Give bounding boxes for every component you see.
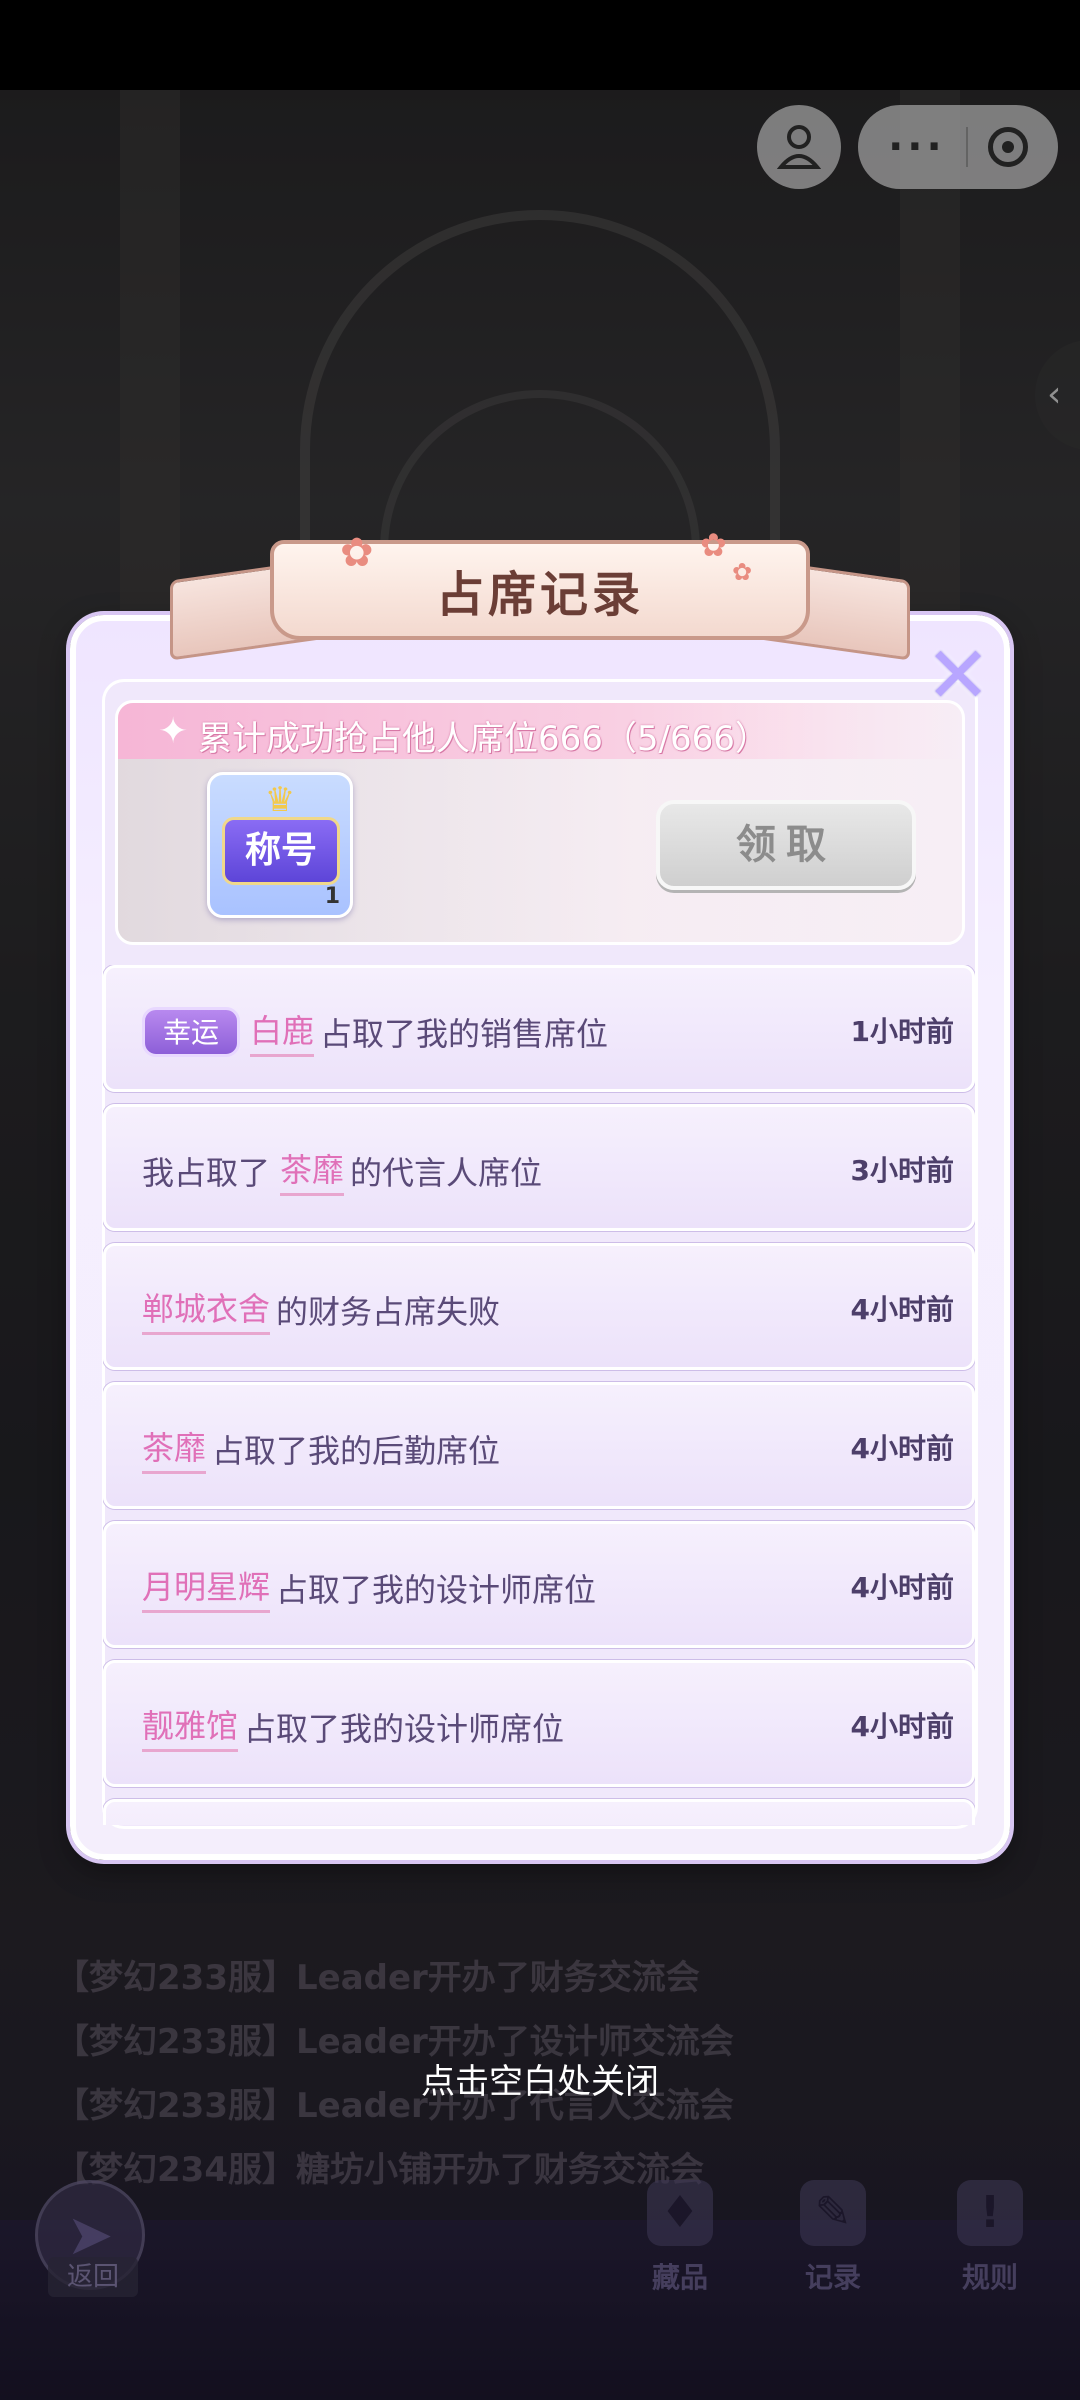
flower-icon: ✿ xyxy=(340,530,374,576)
record-time: 4小时前 xyxy=(850,1293,954,1326)
dialog-title-ribbon: 占席记录 ✿ ✿ ✿ xyxy=(170,526,910,661)
achievement-title: 累计成功抢占他人席位666（5/666） xyxy=(198,719,769,759)
record-text: 郸城衣舍 的财务占席失败 xyxy=(142,1246,500,1373)
player-name-link[interactable]: 郸城衣舍 xyxy=(142,1284,271,1335)
record-list[interactable]: 幸运 白鹿 占取了我的销售席位 1小时前 我占取了 茶靡 的代言人席位 3小时前… xyxy=(103,965,975,1825)
status-bar xyxy=(0,0,1080,90)
player-name-link[interactable]: 茶靡 xyxy=(142,1423,207,1474)
record-action: 的财务占席失败 xyxy=(276,1292,501,1331)
dialog-title: 占席记录 xyxy=(435,567,644,623)
record-text: 月明星辉 占取了我的设计师席位 xyxy=(142,1524,596,1651)
record-text: 靓雅馆 占取了我的设计师席位 xyxy=(142,1663,564,1790)
player-name-link[interactable]: 月明星辉 xyxy=(142,1562,271,1613)
record-row: 茶靡 占取了我的后勤席位 4小时前 xyxy=(103,1382,975,1509)
record-text: 幸运 白鹿 占取了我的销售席位 xyxy=(142,968,608,1095)
record-action: 占取了我的销售席位 xyxy=(320,1014,609,1053)
record-action: 占取了我的设计师席位 xyxy=(276,1570,597,1609)
record-text: 我占取了 茶靡 的代言人席位 xyxy=(142,1107,542,1234)
reward-count: 1 xyxy=(324,884,340,909)
record-time: 3小时前 xyxy=(850,1154,954,1187)
flower-icon: ✿ xyxy=(732,558,753,586)
player-name-link[interactable]: 茶靡 xyxy=(280,1145,345,1196)
lucky-tag: 幸运 xyxy=(142,1006,241,1057)
record-time: 4小时前 xyxy=(850,1571,954,1604)
reward-label: 称号 xyxy=(222,817,340,885)
flower-icon: ✿ xyxy=(700,526,727,564)
record-time: 4小时前 xyxy=(850,1432,954,1465)
record-time: 1小时前 xyxy=(850,1015,954,1048)
claim-button[interactable]: 领取 xyxy=(656,800,916,890)
record-action: 占取了我的设计师席位 xyxy=(244,1709,565,1748)
record-row: 靓雅馆 占取了我的设计师席位 4小时前 xyxy=(103,1660,975,1787)
player-name-link[interactable]: 白鹿 xyxy=(250,1006,315,1057)
record-time: 4小时前 xyxy=(850,1710,954,1743)
player-name-link[interactable]: 靓雅馆 xyxy=(142,1701,239,1752)
crown-icon: ♛ xyxy=(264,780,296,820)
record-action: 的代言人席位 xyxy=(350,1153,543,1192)
record-row: 我占取了 茶靡 的代言人席位 3小时前 xyxy=(103,1104,975,1231)
sparkle-icon: ✦ xyxy=(158,711,189,752)
tap-to-close-hint: 点击空白处关闭 xyxy=(421,2062,659,2102)
record-row: 月明星辉 占取了我的设计师席位 4小时前 xyxy=(103,1521,975,1648)
record-row: 郸城衣舍 的财务占席失败 4小时前 xyxy=(103,1243,975,1370)
record-row: 幸运 白鹿 占取了我的销售席位 1小时前 xyxy=(103,965,975,1092)
record-text: 茶靡 占取了我的后勤席位 xyxy=(142,1385,500,1512)
record-row xyxy=(103,1799,975,1825)
record-action: 占取了我的后勤席位 xyxy=(212,1431,501,1470)
record-prefix: 我占取了 xyxy=(142,1153,271,1192)
title-reward-badge[interactable]: ♛ 称号 1 xyxy=(207,772,353,918)
